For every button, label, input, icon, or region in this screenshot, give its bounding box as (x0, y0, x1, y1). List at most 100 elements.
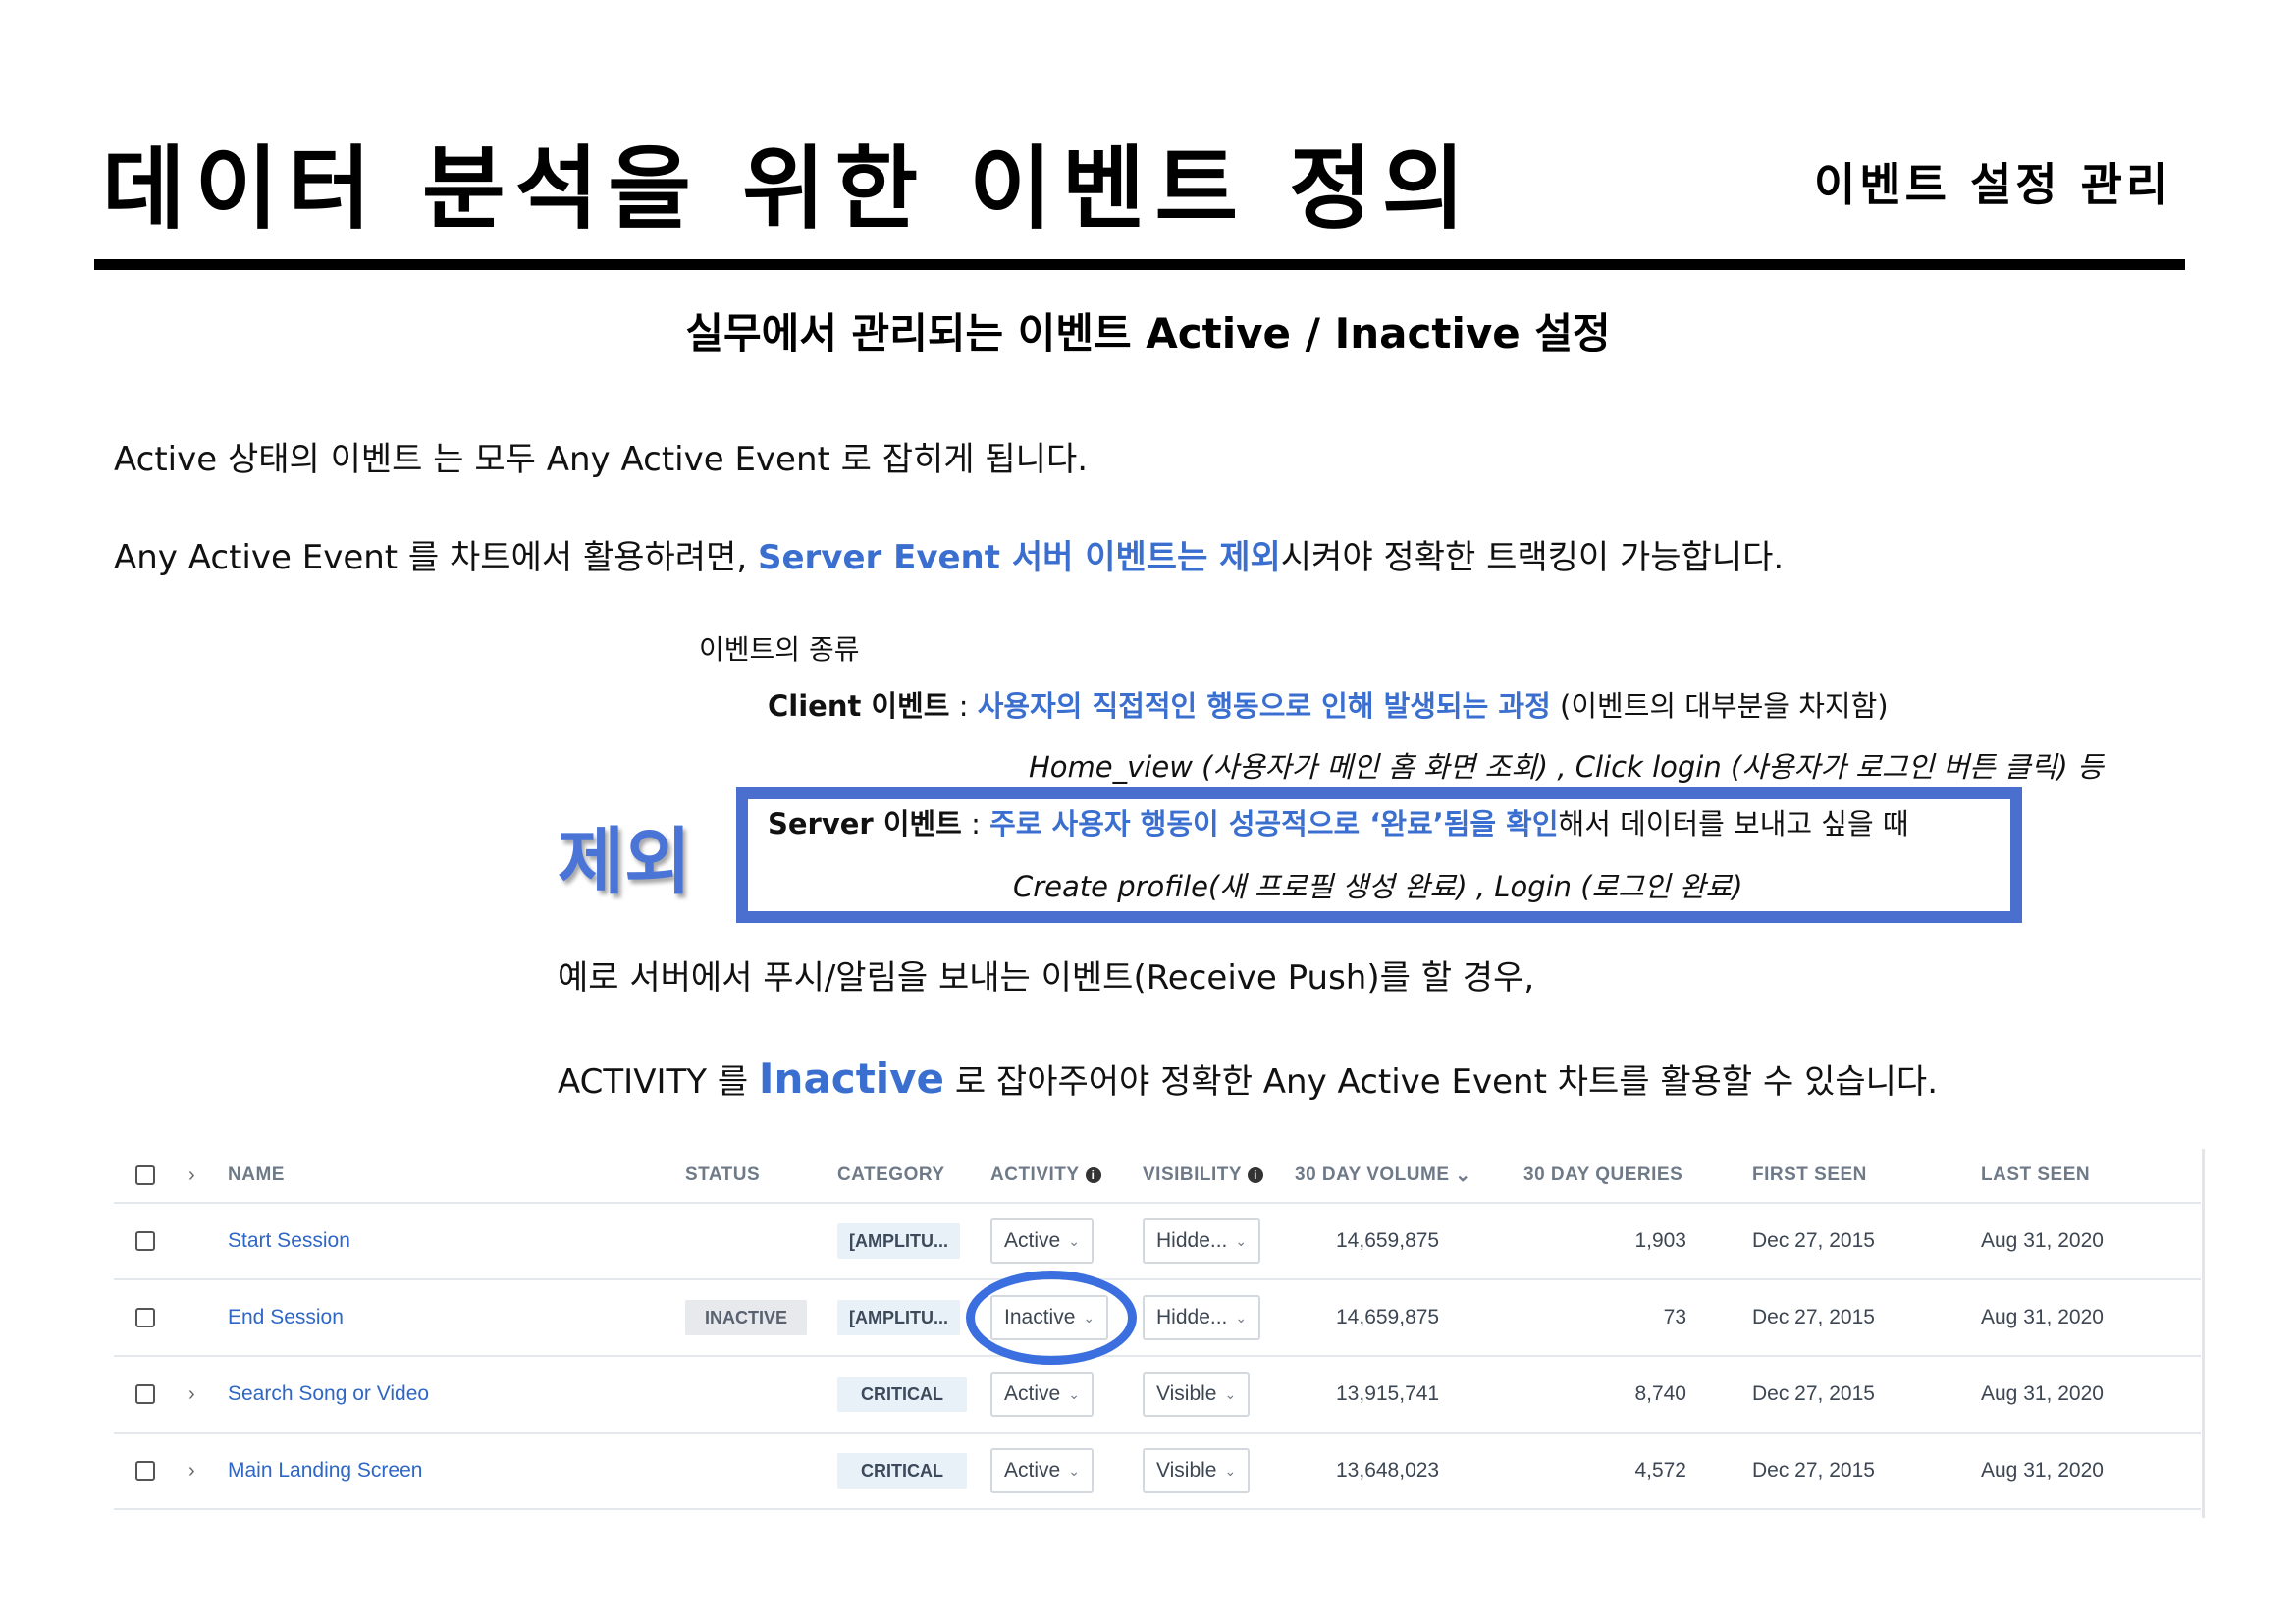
event-name-link[interactable]: End Session (228, 1280, 344, 1355)
intro-line-2-pre: Any Active Event 를 차트에서 활용하려면, (114, 538, 758, 577)
section-title: 실무에서 관리되는 이벤트 Active / Inactive 설정 (685, 309, 1611, 357)
client-event-name: Client 이벤트 (768, 689, 950, 723)
select-all-checkbox-cell[interactable] (135, 1149, 155, 1202)
client-event-note: (이벤트의 대부분을 차지함) (1550, 689, 1889, 723)
row-checkbox-cell[interactable] (135, 1357, 155, 1432)
table-header-row: › NAME STATUS CATEGORY ACTIVITY i VISIBIL… (114, 1149, 2201, 1204)
table-right-edge (2202, 1149, 2205, 1518)
client-event-separator: : (949, 689, 978, 723)
header-visibility-label: VISIBILITY (1143, 1164, 1243, 1185)
chevron-down-icon: ⌄ (1068, 1232, 1080, 1249)
intro-line-2: Any Active Event 를 차트에서 활용하려면, Server Ev… (114, 530, 1784, 578)
event-name-link[interactable]: Main Landing Screen (228, 1434, 422, 1508)
exclude-label: 제외 (558, 820, 692, 904)
activity-dropdown[interactable]: Active ⌄ (990, 1218, 1094, 1264)
queries-value: 73 (1663, 1306, 1686, 1328)
row-checkbox-cell[interactable] (135, 1204, 155, 1278)
visibility-dropdown[interactable]: Hidde... ⌄ (1143, 1295, 1261, 1340)
visibility-cell[interactable]: Visible ⌄ (1143, 1357, 1251, 1432)
activity-dropdown-value: Active (1004, 1229, 1061, 1252)
header-visibility[interactable]: VISIBILITY i (1143, 1149, 1264, 1202)
activity-dropdown[interactable]: Active ⌄ (990, 1448, 1094, 1493)
header-category[interactable]: CATEGORY (837, 1149, 945, 1202)
visibility-info-icon[interactable]: i (1248, 1167, 1264, 1183)
server-event-note: 해서 데이터를 보내고 싶을 때 (1558, 807, 1909, 840)
row-checkbox-cell[interactable] (135, 1280, 155, 1355)
queries-value: 1,903 (1634, 1229, 1686, 1252)
activity-cell[interactable]: Active ⌄ (990, 1357, 1094, 1432)
last-seen-value: Aug 31, 2020 (1981, 1459, 2104, 1482)
client-event-desc: 사용자의 직접적인 행동으로 인해 발생되는 과정 (977, 689, 1551, 723)
select-all-checkbox[interactable] (135, 1165, 155, 1185)
example-line-2: ACTIVITY 를 Inactive 로 잡아주어야 정확한 Any Acti… (558, 1055, 1938, 1103)
header-first-seen[interactable]: FIRST SEEN (1752, 1149, 1867, 1202)
header-queries[interactable]: 30 DAY QUERIES (1523, 1149, 1682, 1202)
visibility-dropdown[interactable]: Hidde... ⌄ (1143, 1218, 1261, 1264)
chevron-down-icon: ⌄ (1235, 1232, 1248, 1249)
header-activity-label: ACTIVITY (990, 1164, 1080, 1185)
page-title: 데이터 분석을 위한 이벤트 정의 (102, 136, 1475, 242)
last-seen-value: Aug 31, 2020 (1981, 1229, 2104, 1252)
corner-title: 이벤트 설정 관리 (1814, 158, 2172, 211)
header-activity[interactable]: ACTIVITY i (990, 1149, 1101, 1202)
header-name[interactable]: NAME (228, 1149, 285, 1202)
header-volume[interactable]: 30 DAY VOLUME ⌄ (1295, 1149, 1471, 1202)
activity-cell[interactable]: Active ⌄ (990, 1434, 1094, 1508)
event-name-link[interactable]: Search Song or Video (228, 1357, 429, 1432)
example-line-1: 예로 서버에서 푸시/알림을 보내는 이벤트(Receive Push)를 할 … (558, 958, 1535, 998)
visibility-cell[interactable]: Hidde... ⌄ (1143, 1204, 1261, 1278)
inactive-highlight-circle (966, 1271, 1137, 1365)
activity-dropdown[interactable]: Active ⌄ (990, 1372, 1094, 1417)
table-row[interactable]: › Main Landing Screen CRITICAL Active ⌄ V… (114, 1434, 2201, 1510)
queries-value: 8,740 (1634, 1382, 1686, 1405)
server-event-examples: Create profile(새 프로필 생성 완료) , Login (로그인… (1013, 870, 1743, 903)
example-line-2-highlight: Inactive (758, 1055, 945, 1103)
queries-value: 4,572 (1634, 1459, 1686, 1482)
header-volume-label: 30 DAY VOLUME (1295, 1164, 1450, 1185)
row-expand-chevron-icon[interactable]: › (188, 1434, 195, 1508)
chevron-down-icon: ⌄ (1235, 1309, 1248, 1326)
event-types-label: 이벤트의 종류 (699, 633, 860, 666)
client-event-examples: Home_view (사용자가 메인 홈 화면 조회) , Click logi… (1029, 750, 2104, 784)
activity-dropdown-value: Active (1004, 1459, 1061, 1482)
category-badge: [AMPLITU... (837, 1223, 960, 1259)
visibility-cell[interactable]: Hidde... ⌄ (1143, 1280, 1261, 1355)
table-row[interactable]: › Search Song or Video CRITICAL Active ⌄ … (114, 1357, 2201, 1434)
row-checkbox[interactable] (135, 1231, 155, 1251)
intro-line-1: Active 상태의 이벤트 는 모두 Any Active Event 로 잡… (114, 440, 1089, 479)
category-cell: CRITICAL (837, 1434, 967, 1508)
server-event-desc: 주로 사용자 행동이 성공적으로 ‘완료’됨을 확인 (989, 807, 1559, 840)
visibility-dropdown-value: Visible (1156, 1382, 1217, 1405)
visibility-dropdown[interactable]: Visible ⌄ (1143, 1372, 1251, 1417)
visibility-dropdown-value: Hidde... (1156, 1229, 1228, 1252)
event-name-link[interactable]: Start Session (228, 1204, 350, 1278)
visibility-dropdown[interactable]: Visible ⌄ (1143, 1448, 1251, 1493)
row-checkbox[interactable] (135, 1384, 155, 1404)
chevron-down-icon: ⌄ (1068, 1385, 1080, 1402)
row-checkbox-cell[interactable] (135, 1434, 155, 1508)
category-cell: [AMPLITU... (837, 1280, 960, 1355)
header-status[interactable]: STATUS (685, 1149, 760, 1202)
visibility-cell[interactable]: Visible ⌄ (1143, 1434, 1251, 1508)
last-seen-value: Aug 31, 2020 (1981, 1382, 2104, 1405)
example-line-2-pre: ACTIVITY 를 (558, 1062, 759, 1102)
expand-all-chevron-icon[interactable]: › (188, 1149, 195, 1202)
activity-info-icon[interactable]: i (1085, 1167, 1101, 1183)
row-expand-chevron-icon[interactable]: › (188, 1357, 195, 1432)
activity-cell[interactable]: Active ⌄ (990, 1204, 1094, 1278)
visibility-dropdown-value: Visible (1156, 1459, 1217, 1482)
first-seen-value: Dec 27, 2015 (1752, 1382, 1875, 1405)
category-cell: CRITICAL (837, 1357, 967, 1432)
category-cell: [AMPLITU... (837, 1204, 960, 1278)
example-line-2-post: 로 잡아주어야 정확한 Any Active Event 차트를 활용할 수 있… (944, 1062, 1939, 1102)
first-seen-value: Dec 27, 2015 (1752, 1306, 1875, 1328)
activity-dropdown-value: Active (1004, 1382, 1061, 1405)
row-checkbox[interactable] (135, 1308, 155, 1327)
row-checkbox[interactable] (135, 1461, 155, 1481)
table-row[interactable]: Start Session [AMPLITU... Active ⌄ Hidde.… (114, 1204, 2201, 1280)
chevron-down-icon: ⌄ (1068, 1462, 1080, 1479)
header-last-seen[interactable]: LAST SEEN (1981, 1149, 2090, 1202)
chevron-down-icon: ⌄ (1224, 1462, 1237, 1479)
table-row[interactable]: End Session INACTIVE [AMPLITU... Inactiv… (114, 1280, 2201, 1357)
intro-line-2-post: 시켜야 정확한 트랙킹이 가능합니다. (1280, 538, 1785, 577)
